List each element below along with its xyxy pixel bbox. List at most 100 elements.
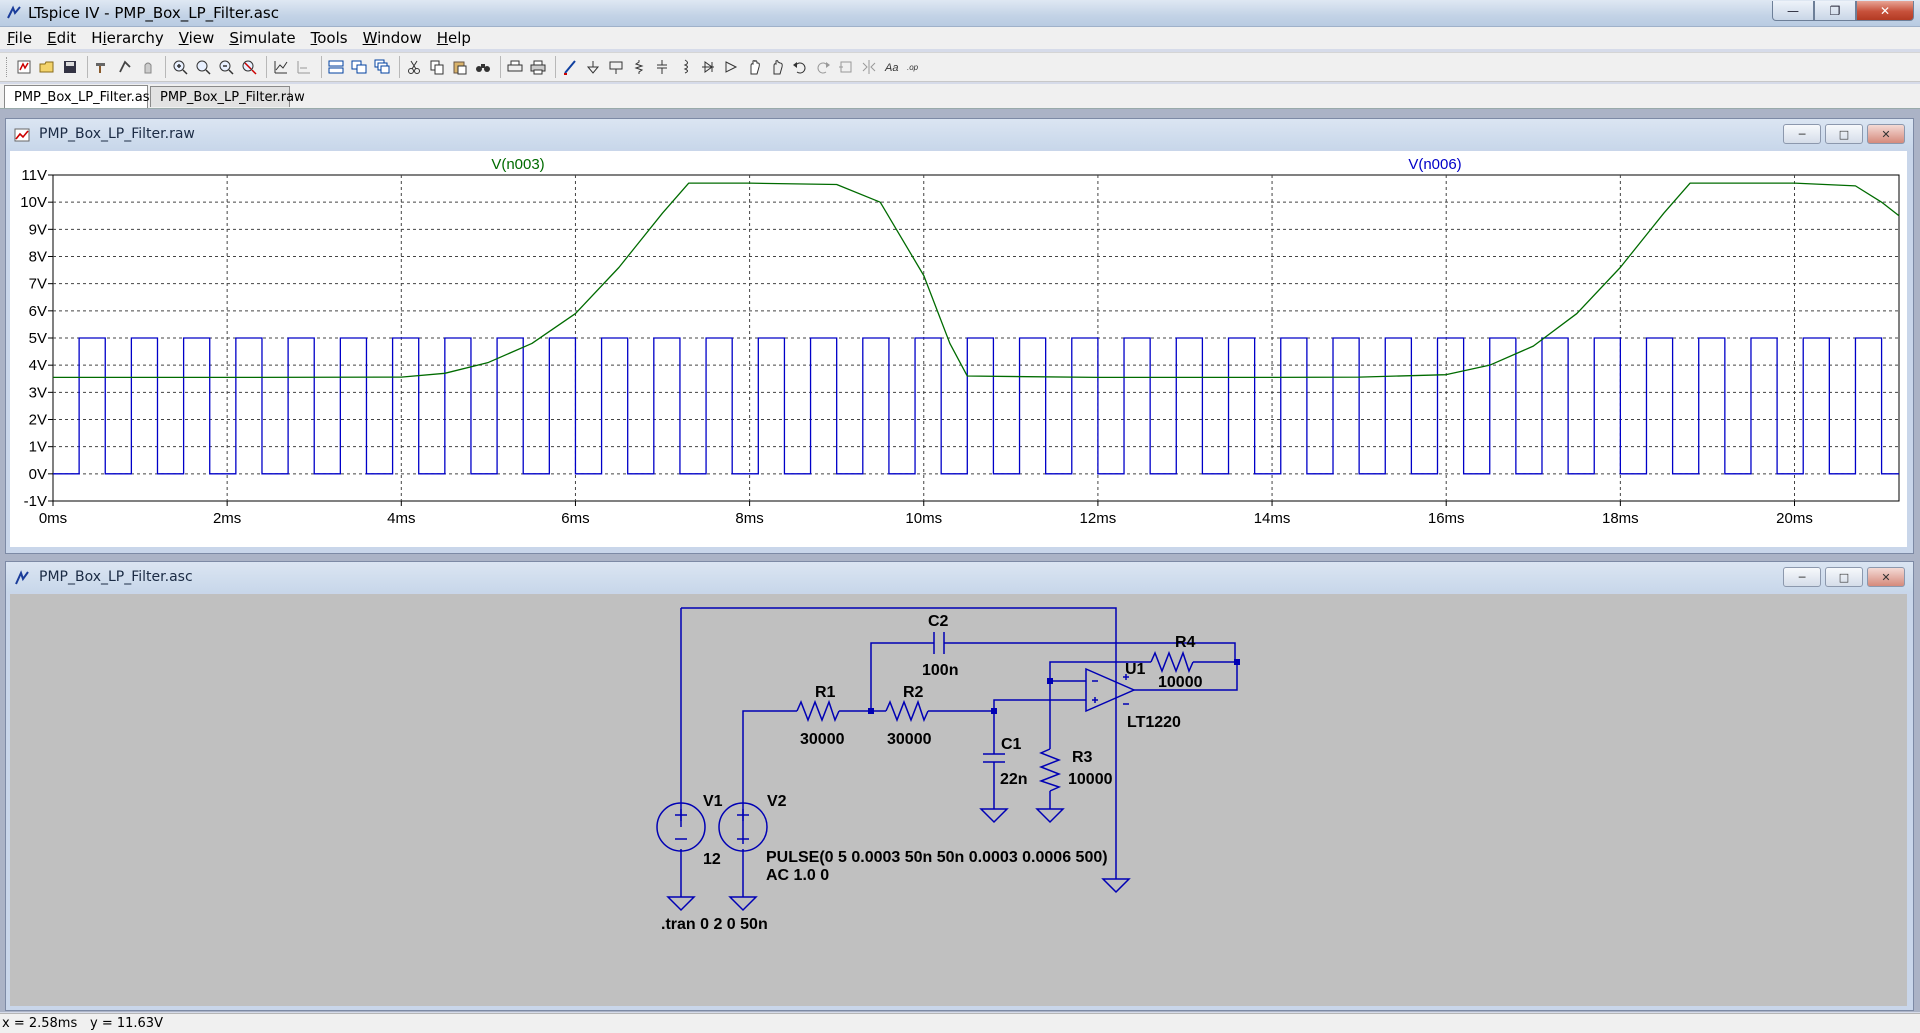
zoom-back-button[interactable]	[294, 56, 314, 78]
tile-horizontal-button[interactable]	[326, 56, 346, 78]
menu-file[interactable]: File	[0, 29, 40, 47]
title-bar: LTspice IV - PMP_Box_LP_Filter.asc — ❐ ✕	[0, 0, 1920, 27]
minimize-button[interactable]: —	[1772, 1, 1814, 21]
zoom-out-icon	[219, 60, 234, 75]
c2-value: 100n	[922, 662, 958, 679]
autorange-button[interactable]	[271, 56, 291, 78]
zoom-back-icon	[297, 61, 310, 74]
y-tick-label: 0V	[29, 466, 47, 483]
menu-window[interactable]: Window	[356, 29, 430, 47]
ground-symbol	[979, 808, 1009, 824]
y-tick-label: 3V	[29, 384, 47, 401]
close-button[interactable]: ✕	[1856, 1, 1914, 21]
waveform-plot-pane[interactable]: 11V 10V 9V 8V 7V 6V 5V 4V 3V 2V 1V 0V -1V 0ms 2ms 4ms 6m…	[10, 151, 1907, 547]
diode-button[interactable]	[698, 56, 718, 78]
schematic-drawing[interactable]: C2 100n R4 10000 U1 LT1220 R1 30000 R2 3…	[10, 594, 1907, 1006]
tab-waveform[interactable]: PMP_Box_LP_Filter.raw	[150, 86, 305, 107]
halt-button[interactable]	[138, 56, 158, 78]
x-tick-label: 16ms	[1428, 510, 1465, 527]
text-button[interactable]: Aa	[882, 56, 902, 78]
tile-vertical-button[interactable]	[349, 56, 369, 78]
child-close-button[interactable]: ✕	[1867, 567, 1905, 587]
mirror-icon	[862, 60, 876, 74]
zoom-pan-icon	[196, 60, 211, 75]
schematic-canvas[interactable]: C2 100n R4 10000 U1 LT1220 R1 30000 R2 3…	[10, 594, 1907, 1006]
inductor-button[interactable]	[675, 56, 695, 78]
child-close-button[interactable]: ✕	[1867, 124, 1905, 144]
spice-directive-button[interactable]: .op	[905, 56, 925, 78]
run-button[interactable]	[115, 56, 135, 78]
c2-symbol	[933, 632, 945, 654]
rotate-icon	[839, 61, 852, 73]
window-title: LTspice IV - PMP_Box_LP_Filter.asc	[28, 4, 279, 22]
undo-button[interactable]	[790, 56, 810, 78]
tab-schematic[interactable]: PMP_Box_LP_Filter.asc	[4, 85, 157, 108]
text-icon: Aa	[884, 62, 898, 74]
child-restore-button[interactable]: □	[1825, 124, 1863, 144]
rotate-button[interactable]	[836, 56, 856, 78]
legend-v-n003: V(n003)	[491, 156, 544, 173]
zoom-in-icon	[173, 60, 188, 75]
tile-vertical-icon	[351, 60, 367, 74]
component-button[interactable]	[721, 56, 741, 78]
u1-value: LT1220	[1127, 714, 1181, 731]
find-button[interactable]	[473, 56, 493, 78]
copy-button[interactable]	[427, 56, 447, 78]
child-minimize-button[interactable]: ─	[1783, 124, 1821, 144]
zoom-pan-button[interactable]	[193, 56, 213, 78]
zoom-cancel-icon	[242, 60, 257, 75]
menu-hierarchy[interactable]: Hierarchy	[84, 29, 172, 47]
schematic-window-titlebar[interactable]: PMP_Box_LP_Filter.asc ─ □ ✕	[6, 562, 1913, 592]
child-restore-button[interactable]: □	[1825, 567, 1863, 587]
paste-button[interactable]	[450, 56, 470, 78]
resistor-icon	[634, 60, 644, 74]
print-setup-button[interactable]	[505, 56, 525, 78]
print-icon	[530, 60, 546, 75]
c2-ref: C2	[928, 613, 949, 630]
c1-symbol	[983, 753, 1005, 763]
waveform-plot[interactable]: 11V 10V 9V 8V 7V 6V 5V 4V 3V 2V 1V 0V -1V0ms 2ms 4ms 6m…	[10, 151, 1907, 547]
menu-tools[interactable]: Tools	[304, 29, 356, 47]
drag-button[interactable]	[767, 56, 787, 78]
mirror-button[interactable]	[859, 56, 879, 78]
waveform-window-titlebar[interactable]: PMP_Box_LP_Filter.raw ─ □ ✕	[6, 119, 1913, 149]
waveform-doc-icon	[14, 128, 30, 142]
cascade-button[interactable]	[372, 56, 392, 78]
r2-symbol	[885, 699, 929, 723]
cascade-icon	[374, 59, 390, 74]
redo-button[interactable]	[813, 56, 833, 78]
capacitor-button[interactable]	[652, 56, 672, 78]
legend-v-n006: V(n006)	[1408, 156, 1461, 173]
cut-button[interactable]	[404, 56, 424, 78]
x-tick-label: 10ms	[905, 510, 942, 527]
zoom-in-button[interactable]	[170, 56, 190, 78]
undo-icon	[793, 62, 806, 74]
zoom-out-button[interactable]	[216, 56, 236, 78]
spice-directive[interactable]: .tran 0 2 0 50n	[661, 916, 768, 933]
draw-wire-button[interactable]	[560, 56, 580, 78]
ground-button[interactable]	[583, 56, 603, 78]
open-button[interactable]	[37, 56, 57, 78]
menu-edit[interactable]: Edit	[40, 29, 84, 47]
x-tick-label: 20ms	[1776, 510, 1813, 527]
move-button[interactable]	[744, 56, 764, 78]
menu-view[interactable]: View	[172, 29, 223, 47]
document-tab-strip: PMP_Box_LP_Filter.asc PMP_Box_LP_Filter.…	[0, 84, 1920, 109]
resistor-button[interactable]	[629, 56, 649, 78]
y-tick-label: -1V	[24, 493, 47, 510]
maximize-button[interactable]: ❐	[1814, 1, 1856, 21]
menu-simulate[interactable]: Simulate	[222, 29, 303, 47]
y-tick-label: 4V	[29, 357, 47, 374]
print-button[interactable]	[528, 56, 548, 78]
r4-ref: R4	[1175, 634, 1196, 651]
zoom-cancel-button[interactable]	[239, 56, 259, 78]
r1-value: 30000	[800, 731, 845, 748]
hammer-control-panel-button[interactable]	[92, 56, 112, 78]
new-schematic-button[interactable]	[14, 56, 34, 78]
label-net-button[interactable]	[606, 56, 626, 78]
x-tick-label: 18ms	[1602, 510, 1639, 527]
child-minimize-button[interactable]: ─	[1783, 567, 1821, 587]
save-button[interactable]	[60, 56, 80, 78]
ground-symbol	[666, 896, 696, 912]
menu-help[interactable]: Help	[430, 29, 479, 47]
